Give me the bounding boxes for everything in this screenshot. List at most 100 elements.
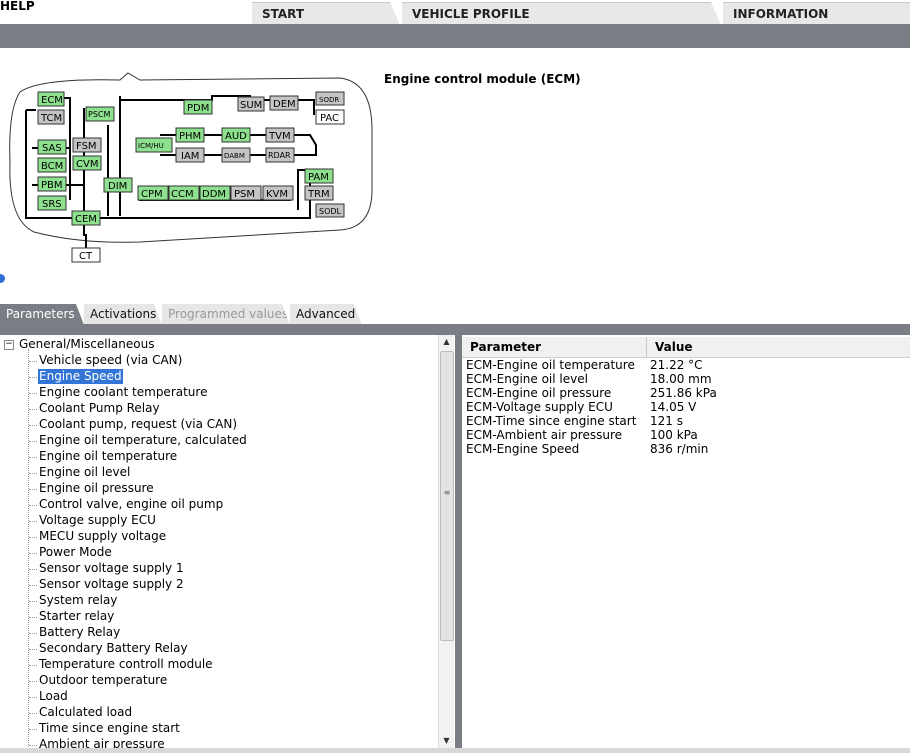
module-label: SUM bbox=[240, 100, 262, 111]
parameter-tabs: Parameters Activations Programmed values… bbox=[0, 304, 910, 325]
module-label: SRS bbox=[42, 199, 62, 210]
tree-item[interactable]: Vehicle speed (via CAN) bbox=[38, 353, 183, 368]
table-row[interactable]: ECM-Engine oil level 18.00 mm bbox=[462, 372, 910, 386]
parameter-cell: ECM-Engine oil pressure bbox=[466, 386, 612, 400]
tree-item[interactable]: Calculated load bbox=[38, 705, 133, 720]
module-label: PBM bbox=[41, 180, 63, 191]
tree-guide-line bbox=[29, 617, 37, 618]
tree-guide-line bbox=[29, 489, 37, 490]
module-label: CEM bbox=[75, 214, 97, 225]
tab-parameters-label: Parameters bbox=[6, 307, 75, 321]
module-label: PDM bbox=[187, 103, 209, 114]
parameter-cell: ECM-Engine oil temperature bbox=[466, 358, 635, 372]
tree-item[interactable]: Load bbox=[38, 689, 69, 704]
table-row[interactable]: ECM-Engine oil temperature 21.22 °C bbox=[462, 358, 910, 372]
tab-start[interactable]: START bbox=[252, 2, 400, 25]
tree-item[interactable]: System relay bbox=[38, 593, 118, 608]
module-label: DEM bbox=[273, 99, 296, 110]
tree-item[interactable]: Voltage supply ECU bbox=[38, 513, 157, 528]
tree-guide-line bbox=[29, 473, 37, 474]
table-row[interactable]: ECM-Time since engine start 121 s bbox=[462, 414, 910, 428]
tree-item[interactable]: Sensor voltage supply 2 bbox=[38, 577, 185, 592]
tree-item[interactable]: Engine Speed bbox=[38, 369, 123, 384]
table-row[interactable]: ECM-Engine oil pressure 251.86 kPa bbox=[462, 386, 910, 400]
collapse-icon[interactable]: − bbox=[4, 340, 14, 350]
tree-item[interactable]: Starter relay bbox=[38, 609, 115, 624]
tab-information[interactable]: INFORMATION bbox=[723, 2, 910, 24]
column-header-value[interactable]: Value bbox=[647, 337, 910, 357]
tree-root-label: General/Miscellaneous bbox=[19, 337, 155, 351]
tree-item[interactable]: Coolant Pump Relay bbox=[38, 401, 161, 416]
tree-item[interactable]: Engine oil temperature bbox=[38, 449, 178, 464]
column-header-parameter[interactable]: Parameter bbox=[462, 337, 647, 357]
tree-guide-line bbox=[29, 521, 37, 522]
tab-activations[interactable]: Activations bbox=[84, 304, 162, 325]
help-menu[interactable]: HELP bbox=[0, 0, 35, 12]
tree-scrollbar[interactable]: ▲ ≡ ▼ bbox=[438, 335, 454, 748]
module-label: PSM bbox=[234, 189, 255, 200]
tree-guide-line bbox=[29, 633, 37, 634]
tab-underline-bar bbox=[0, 324, 910, 335]
value-cell: 18.00 mm bbox=[650, 372, 712, 386]
top-navigation-bar: HELP START VEHICLE PROFILE INFORMATION bbox=[0, 0, 910, 25]
tab-advanced[interactable]: Advanced bbox=[290, 304, 362, 325]
module-label: IAM bbox=[181, 151, 199, 162]
scroll-thumb[interactable]: ≡ bbox=[440, 351, 454, 641]
tab-vehicle-profile[interactable]: VEHICLE PROFILE bbox=[402, 2, 721, 25]
values-table: Parameter Value ECM-Engine oil temperatu… bbox=[462, 335, 910, 748]
tree-item[interactable]: MECU supply voltage bbox=[38, 529, 167, 544]
module-label: CPM bbox=[141, 189, 163, 200]
table-row[interactable]: ECM-Ambient air pressure 100 kPa bbox=[462, 428, 910, 442]
tree-item[interactable]: Engine coolant temperature bbox=[38, 385, 208, 400]
vehicle-network-diagram: ECM TCM PSCM PDM SUM DEM SODR PAC PHM AU… bbox=[9, 72, 373, 263]
tab-start-label: START bbox=[262, 7, 305, 21]
tree-guide-line bbox=[29, 729, 37, 730]
table-row[interactable]: ECM-Engine Speed 836 r/min bbox=[462, 442, 910, 456]
tree-guide-line bbox=[29, 409, 37, 410]
scroll-down-arrow-icon[interactable]: ▼ bbox=[439, 734, 454, 748]
module-label: AUD bbox=[225, 131, 247, 142]
tree-item[interactable]: Outdoor temperature bbox=[38, 673, 168, 688]
tree-item[interactable]: Control valve, engine oil pump bbox=[38, 497, 224, 512]
module-label: BCM bbox=[41, 161, 63, 172]
tree-guide-line bbox=[29, 697, 37, 698]
tree-item[interactable]: Engine oil level bbox=[38, 465, 131, 480]
pane-splitter[interactable] bbox=[455, 335, 462, 748]
table-row[interactable]: ECM-Voltage supply ECU 14.05 V bbox=[462, 400, 910, 414]
module-label: PSCM bbox=[88, 110, 110, 119]
tree-item[interactable]: Secondary Battery Relay bbox=[38, 641, 189, 656]
tab-parameters[interactable]: Parameters bbox=[0, 304, 84, 325]
tree-item[interactable]: Ambient air pressure bbox=[38, 737, 166, 748]
parameter-cell: ECM-Time since engine start bbox=[466, 414, 637, 428]
tree-guide-line bbox=[29, 553, 37, 554]
tab-advanced-label: Advanced bbox=[296, 307, 356, 321]
tree-item[interactable]: Time since engine start bbox=[38, 721, 181, 736]
tree-guide-line bbox=[29, 569, 37, 570]
tree-item[interactable]: Engine oil temperature, calculated bbox=[38, 433, 248, 448]
tree-item[interactable]: Coolant pump, request (via CAN) bbox=[38, 417, 238, 432]
module-label: TCM bbox=[40, 113, 62, 124]
value-cell: 836 r/min bbox=[650, 442, 709, 456]
tab-programmed-values[interactable]: Programmed values bbox=[162, 304, 290, 325]
tab-information-label: INFORMATION bbox=[733, 7, 829, 21]
grip-icon: ≡ bbox=[443, 488, 451, 497]
module-label: SODL bbox=[319, 207, 342, 216]
parameter-cell: ECM-Ambient air pressure bbox=[466, 428, 623, 442]
tab-activations-label: Activations bbox=[90, 307, 157, 321]
module-label: TVM bbox=[268, 131, 291, 142]
bus-lines bbox=[25, 95, 317, 250]
tree-item[interactable]: Engine oil pressure bbox=[38, 481, 155, 496]
tree-item[interactable]: Battery Relay bbox=[38, 625, 121, 640]
module-label: ECM bbox=[41, 95, 63, 106]
tree-item[interactable]: Temperature controll module bbox=[38, 657, 214, 672]
module-label: KVM bbox=[266, 189, 288, 200]
module-label: CCM bbox=[171, 189, 194, 200]
table-header: Parameter Value bbox=[462, 337, 910, 358]
tree-guide-line bbox=[29, 505, 37, 506]
tree-item[interactable]: Power Mode bbox=[38, 545, 113, 560]
parameter-tree: − General/Miscellaneous Vehicle speed (v… bbox=[0, 335, 455, 748]
module-label: CT bbox=[79, 251, 93, 262]
scroll-up-arrow-icon[interactable]: ▲ bbox=[439, 335, 454, 349]
tree-guide-line bbox=[29, 601, 37, 602]
tree-item[interactable]: Sensor voltage supply 1 bbox=[38, 561, 185, 576]
